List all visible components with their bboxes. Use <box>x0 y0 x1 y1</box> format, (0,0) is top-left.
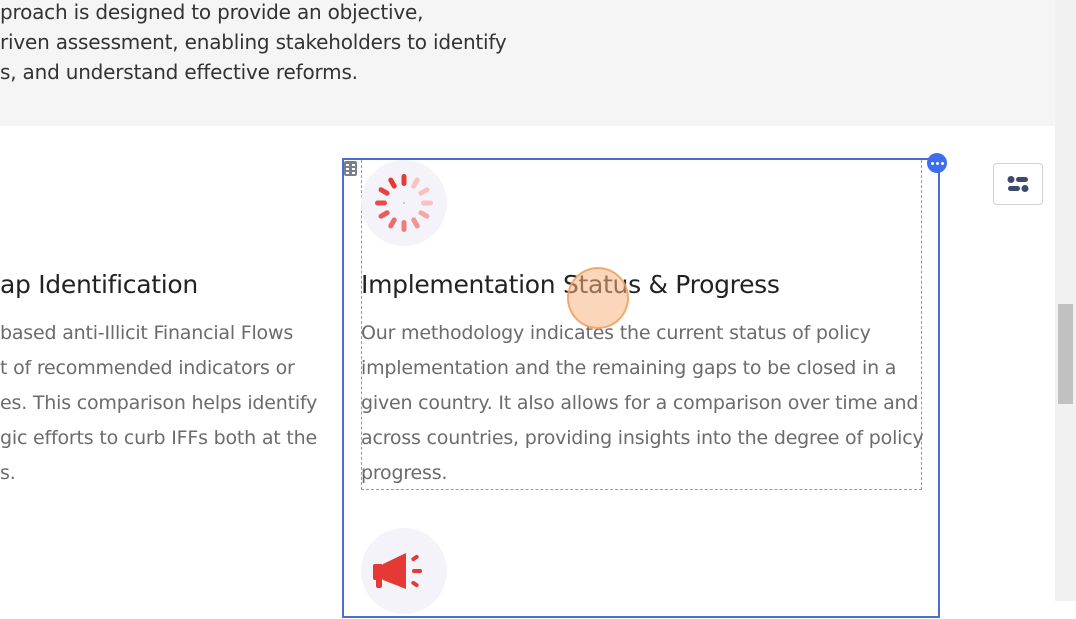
loading-spinner-icon <box>375 174 433 232</box>
cursor-click-indicator <box>567 267 629 329</box>
card-text-line: es. This comparison helps identify <box>0 392 318 414</box>
card-text-line: progress. <box>361 462 448 484</box>
intro-line: s, and understand effective reforms. <box>0 60 358 84</box>
drag-handle-icon[interactable] <box>344 161 357 176</box>
layout-structure-icon <box>1007 176 1029 192</box>
card-text-line: given country. It also allows for a comp… <box>361 392 919 414</box>
card-title: ap Identification <box>0 270 198 299</box>
scrollbar-track[interactable] <box>1055 0 1076 601</box>
card-text-line: gic efforts to curb IFFs both at the <box>0 427 317 449</box>
card-text-line: across countries, providing insights int… <box>361 427 924 449</box>
intro-line: proach is designed to provide an objecti… <box>0 0 424 24</box>
intro-line: riven assessment, enabling stakeholders … <box>0 30 507 54</box>
card-text-line: implementation and the remaining gaps to… <box>361 357 897 379</box>
status-icon-wrapper <box>361 160 447 246</box>
card-text-line: t of recommended indicators or <box>0 357 295 379</box>
megaphone-icon <box>373 553 422 589</box>
card-text-line: s. <box>0 462 16 484</box>
scrollbar-thumb[interactable] <box>1058 304 1073 404</box>
navigator-toggle-button[interactable] <box>993 163 1043 205</box>
intro-section: proach is designed to provide an objecti… <box>0 0 1055 126</box>
more-options-button[interactable] <box>927 153 947 173</box>
card-text-line: based anti-Illicit Financial Flows <box>0 322 294 344</box>
megaphone-icon-wrapper <box>361 528 447 614</box>
card-text-line: Our methodology indicates the current st… <box>361 322 871 344</box>
